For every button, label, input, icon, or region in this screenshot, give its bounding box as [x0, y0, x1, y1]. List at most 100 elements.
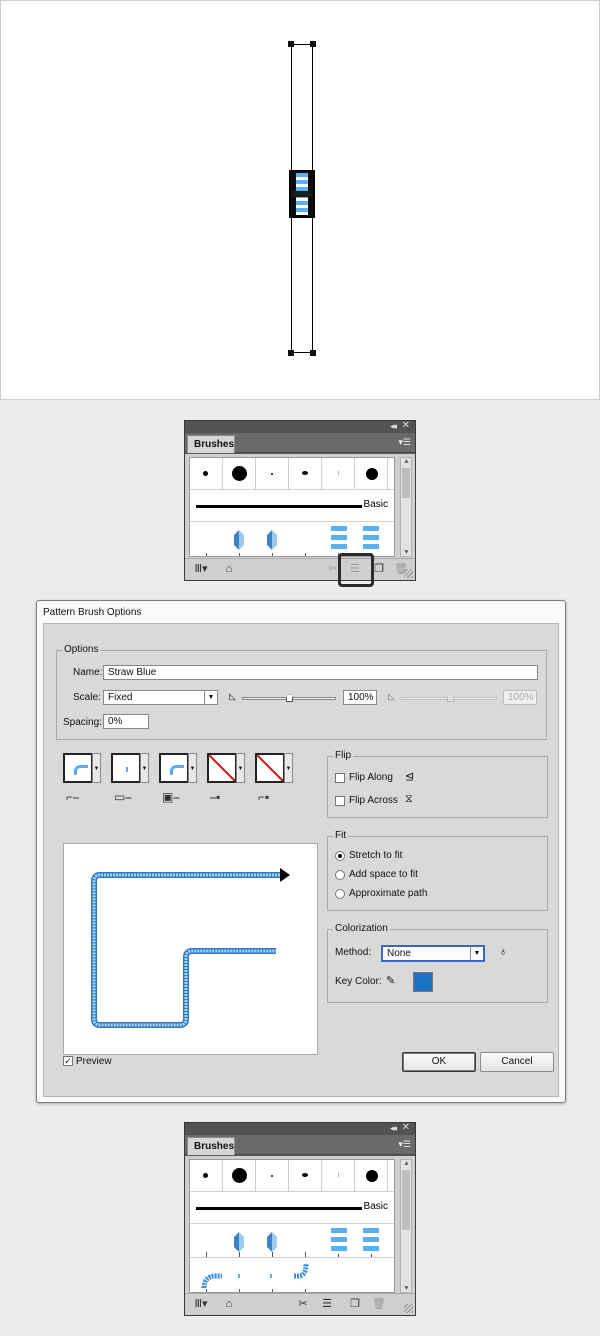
preview-checkbox[interactable]: ✓	[63, 1056, 73, 1066]
resize-grip[interactable]	[404, 569, 413, 578]
flip-across-icon: ⧖	[405, 793, 413, 805]
outer-corner-tile-box[interactable]: ▼	[111, 753, 149, 783]
options-group-label: Options	[62, 644, 101, 655]
key-color-label: Key Color:	[335, 976, 382, 987]
flip-along-icon: ⊴	[405, 771, 415, 783]
flip-across-checkbox[interactable]	[335, 796, 345, 806]
brush-swatch[interactable]	[256, 458, 289, 489]
selection-handle-bottom-right[interactable]	[310, 350, 316, 356]
eyedropper-icon[interactable]: ✎	[386, 974, 395, 987]
stripe-brush-swatch[interactable]	[363, 526, 379, 552]
brush-swatch[interactable]	[190, 458, 223, 489]
scale-slider-thumb[interactable]	[286, 694, 293, 702]
tips-lightbulb-icon[interactable]: ♁	[499, 946, 507, 958]
scale-max-percent-field: 100%	[503, 690, 537, 705]
brush-preview-area	[63, 843, 318, 1055]
fit-group: Fit Stretch to fit Add space to fit Appr…	[327, 830, 548, 911]
stripe-brush-swatch[interactable]	[331, 1228, 347, 1254]
pattern-brush-swatch[interactable]	[234, 1232, 244, 1252]
selection-handle-bottom-left[interactable]	[288, 350, 294, 356]
panel-title-bar[interactable]: ◂◂ ✕	[185, 1122, 415, 1135]
fit-radio-add-space[interactable]	[335, 870, 345, 880]
side-tile-box[interactable]: ▼	[63, 753, 101, 783]
basic-brush-stroke	[196, 505, 362, 508]
cancel-button[interactable]: Cancel	[480, 1052, 554, 1072]
colorization-group: Colorization Method: None ▼ ♁ Key Color:…	[327, 923, 548, 1003]
brush-list-scrollbar[interactable]: ▲ ▼	[400, 457, 412, 557]
brush-swatch[interactable]	[355, 458, 388, 489]
brush-row-basic[interactable]: Basic	[190, 1192, 394, 1224]
brush-libraries-menu-icon[interactable]: Ⅲ▾	[193, 1297, 209, 1311]
panel-title-bar[interactable]: ◂◂ ✕	[185, 420, 415, 433]
panel-footer: Ⅲ▾ ⌂ ✂ ☰ ❐ 🗑	[185, 1293, 415, 1315]
method-label: Method:	[335, 947, 372, 958]
brush-swatch[interactable]	[256, 1160, 289, 1191]
brush-swatch[interactable]	[355, 1160, 388, 1191]
libraries-panel-icon[interactable]: ⌂	[221, 562, 237, 576]
scale-dropdown[interactable]: Fixed ▼	[103, 690, 218, 705]
brush-list[interactable]: Basic	[189, 457, 395, 557]
method-dropdown[interactable]: None ▼	[381, 945, 485, 962]
delete-brush-icon[interactable]: 🗑	[371, 1297, 387, 1311]
brush-swatch[interactable]	[190, 1160, 223, 1191]
inner-corner-tile-icon: ▣⎯	[162, 790, 180, 804]
brush-swatch[interactable]	[223, 458, 256, 489]
collapse-icon[interactable]: ◂◂	[390, 421, 397, 432]
panel-body: Basic ▲ ▼	[185, 454, 415, 559]
stripe-brush-swatch[interactable]	[331, 526, 347, 552]
resize-grip[interactable]	[404, 1304, 413, 1313]
basic-brush-label: Basic	[363, 1201, 388, 1212]
brush-row-basic[interactable]: Basic	[190, 490, 394, 522]
chevron-down-icon: ▼	[204, 691, 217, 704]
pattern-brush-swatch[interactable]	[267, 1232, 277, 1252]
pattern-brush-swatch[interactable]	[234, 530, 244, 550]
brush-list[interactable]: Basic	[189, 1159, 395, 1293]
fit-radio-stretch[interactable]	[335, 851, 345, 861]
brush-swatch[interactable]	[322, 458, 355, 489]
inner-corner-tile-box[interactable]: ▼	[159, 753, 197, 783]
pattern-brush-swatch[interactable]	[267, 530, 277, 550]
remove-brush-stroke-icon[interactable]: ✂	[295, 1297, 311, 1311]
collapse-icon[interactable]: ◂◂	[390, 1123, 397, 1134]
start-tile-icon: ⎯▪	[210, 790, 221, 804]
brush-libraries-menu-icon[interactable]: Ⅲ▾	[193, 562, 209, 576]
name-field[interactable]: Straw Blue	[103, 665, 538, 680]
fit-radio-approximate[interactable]	[335, 889, 345, 899]
scale-max-slider-icon: ◺	[388, 691, 395, 701]
name-label: Name:	[73, 667, 103, 678]
flip-along-checkbox[interactable]	[335, 773, 345, 783]
straw-pattern-tile[interactable]	[289, 170, 315, 218]
brushes-panel-after: ◂◂ ✕ Brushes ▾☰ Basic ▲ ▼ Ⅲ▾ ⌂ ✂ ☰ ❐ 🗑	[184, 1122, 416, 1316]
artboard-canvas[interactable]	[0, 0, 600, 400]
panel-menu-icon[interactable]: ▾☰	[398, 437, 411, 448]
brush-row-pattern	[190, 1224, 394, 1258]
straw-preview-path	[91, 868, 290, 1028]
brush-swatch[interactable]	[289, 458, 322, 489]
chevron-down-icon: ▼	[284, 753, 293, 783]
close-icon[interactable]: ✕	[402, 420, 410, 431]
scale-slider-icon: ◺	[229, 691, 236, 701]
brush-swatch[interactable]	[223, 1160, 256, 1191]
brush-options-icon[interactable]: ☰	[319, 1297, 335, 1311]
fit-approximate-label: Approximate path	[349, 888, 428, 899]
end-tile-box[interactable]: ▼	[255, 753, 293, 783]
selection-handle-top-right[interactable]	[310, 41, 316, 47]
scale-percent-field[interactable]: 100%	[343, 690, 377, 705]
ok-button[interactable]: OK	[402, 1052, 476, 1072]
close-icon[interactable]: ✕	[402, 1122, 410, 1133]
start-tile-box[interactable]: ▼	[207, 753, 245, 783]
libraries-panel-icon[interactable]: ⌂	[221, 1297, 237, 1311]
tab-brushes[interactable]: Brushes	[187, 1137, 235, 1155]
brush-row-straw-blue[interactable]	[190, 1258, 394, 1292]
brush-swatch[interactable]	[322, 1160, 355, 1191]
panel-menu-icon[interactable]: ▾☰	[398, 1139, 411, 1150]
brush-swatch[interactable]	[289, 1160, 322, 1191]
pattern-brush-options-dialog: Pattern Brush Options Options Name: Stra…	[36, 600, 566, 1103]
tab-brushes[interactable]: Brushes	[187, 435, 235, 453]
selection-handle-top-left[interactable]	[288, 41, 294, 47]
stripe-brush-swatch[interactable]	[363, 1228, 379, 1254]
key-color-swatch[interactable]	[413, 972, 433, 992]
new-brush-icon[interactable]: ❐	[347, 1297, 363, 1311]
brush-list-scrollbar[interactable]: ▲ ▼	[400, 1159, 412, 1293]
spacing-field[interactable]: 0%	[103, 714, 149, 729]
